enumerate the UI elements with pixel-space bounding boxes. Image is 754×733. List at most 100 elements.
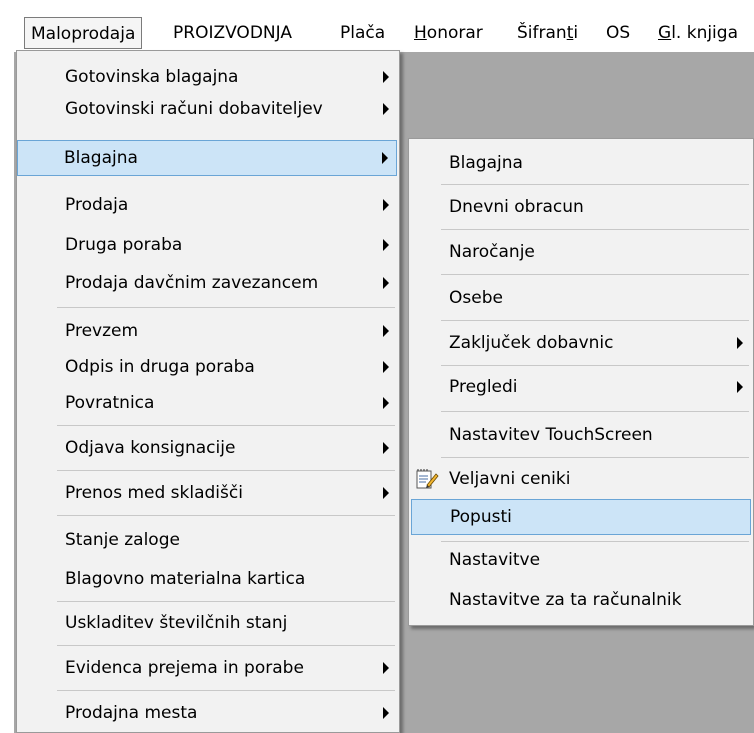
menubar-maloprodaja[interactable]: Maloprodaja <box>24 17 143 49</box>
menu-item-blagovno-materialna-kartica[interactable]: Blagovno materialna kartica <box>19 563 397 595</box>
menu-item-odjava-konsignacije[interactable]: Odjava konsignacije <box>19 432 397 464</box>
submenu-arrow-icon <box>383 707 389 719</box>
menubar-gl-knjiga-label-post: l. knjiga <box>671 23 738 43</box>
submenu-arrow-icon <box>383 397 389 409</box>
menubar-proizvodnja[interactable]: PROIZVODNJA <box>167 17 298 49</box>
menu-item-label: Naročanje <box>449 242 535 262</box>
menu-item-label: Prenos med skladišči <box>65 483 243 503</box>
menu-item-label: Druga poraba <box>65 235 183 255</box>
menubar-honorar[interactable]: Honorar <box>408 17 489 49</box>
menubar-sifranti-label-pre: Šifran <box>517 23 567 43</box>
cut-off-top-row <box>0 0 754 10</box>
submenu-item-dnevni-obracun[interactable]: Dnevni obracun <box>411 191 751 223</box>
menu-item-label: Popusti <box>450 507 512 527</box>
menu-item-prodaja[interactable]: Prodaja <box>19 189 397 221</box>
menubar-sifranti-label-post: i <box>573 23 579 43</box>
menu-item-label: Dnevni obracun <box>449 197 584 217</box>
menu-item-label: Stanje zaloge <box>65 530 180 550</box>
submenu-arrow-icon <box>383 239 389 251</box>
menu-separator <box>57 645 395 646</box>
menu-separator <box>57 515 395 516</box>
menu-separator <box>57 470 395 471</box>
menu-item-gotovinski-racuni-dobaviteljev[interactable]: Gotovinski računi dobaviteljev <box>19 93 397 125</box>
menu-bar: Maloprodaja PROIZVODNJA Plača Honorar Ši… <box>0 10 754 52</box>
menu-separator <box>57 425 395 426</box>
submenu-arrow-icon <box>383 103 389 115</box>
menu-item-label: Evidenca prejema in porabe <box>65 658 304 678</box>
menu-item-label: Gotovinski računi dobaviteljev <box>65 99 323 119</box>
menu-item-prodajna-mesta[interactable]: Prodajna mesta <box>19 697 397 729</box>
submenu-arrow-icon <box>383 361 389 373</box>
submenu-arrow-icon <box>383 325 389 337</box>
menu-item-druga-poraba[interactable]: Druga poraba <box>19 229 397 261</box>
submenu-arrow-icon <box>382 152 388 164</box>
menu-item-label: Blagajna <box>64 148 138 168</box>
submenu-item-popusti[interactable]: Popusti <box>411 499 751 535</box>
menu-item-label: Blagajna <box>449 153 523 173</box>
submenu-item-blagajna[interactable]: Blagajna <box>411 147 751 179</box>
menu-separator <box>57 601 395 602</box>
menu-item-prenos-med-skladisci[interactable]: Prenos med skladišči <box>19 477 397 509</box>
menu-item-label: Prevzem <box>65 321 139 341</box>
menu-item-label: Nastavitve <box>449 550 541 570</box>
menu-item-uskladitev-stevilcnih-stanj[interactable]: Uskladitev številčnih stanj <box>19 607 397 639</box>
menu-item-label: Blagovno materialna kartica <box>65 569 306 589</box>
maloprodaja-dropdown-menu: Gotovinska blagajna Gotovinski računi do… <box>16 50 400 733</box>
submenu-arrow-icon <box>737 337 743 349</box>
menu-item-label: Uskladitev številčnih stanj <box>65 613 288 633</box>
submenu-item-veljavni-ceniki[interactable]: Veljavni ceniki <box>411 463 751 495</box>
menu-item-evidenca-prejema-in-porabe[interactable]: Evidenca prejema in porabe <box>19 652 397 684</box>
menu-separator <box>441 541 749 542</box>
submenu-item-pregledi[interactable]: Pregledi <box>411 371 751 403</box>
menu-item-label: Gotovinska blagajna <box>65 67 239 87</box>
menu-item-stanje-zaloge[interactable]: Stanje zaloge <box>19 524 397 556</box>
submenu-item-zakljucek-dobavnic[interactable]: Zaključek dobavnic <box>411 327 751 359</box>
submenu-arrow-icon <box>383 442 389 454</box>
menubar-os[interactable]: OS <box>600 17 636 49</box>
menu-separator <box>441 320 749 321</box>
submenu-arrow-icon <box>383 277 389 289</box>
menubar-placa[interactable]: Plača <box>334 17 391 49</box>
menu-item-odpis-in-druga-poraba[interactable]: Odpis in druga poraba <box>19 351 397 383</box>
menubar-gl-knjiga-accel: G <box>658 23 672 43</box>
submenu-item-nastavitve-za-ta-racunalnik[interactable]: Nastavitve za ta računalnik <box>411 584 751 616</box>
submenu-arrow-icon <box>737 381 743 393</box>
menu-item-label: Prodajna mesta <box>65 703 198 723</box>
menubar-honorar-label-post: onorar <box>426 23 483 43</box>
menu-separator <box>57 690 395 691</box>
menu-item-label: Povratnica <box>65 393 155 413</box>
menu-separator <box>441 274 749 275</box>
menu-item-label: Nastavitev TouchScreen <box>449 425 653 445</box>
submenu-item-nastavitve[interactable]: Nastavitve <box>411 544 751 576</box>
menu-separator <box>441 365 749 366</box>
notepad-pencil-icon <box>416 469 439 489</box>
menu-item-label: Prodaja davčnim zavezancem <box>65 273 319 293</box>
menu-item-prodaja-davcnim-zavezancem[interactable]: Prodaja davčnim zavezancem <box>19 267 397 299</box>
menu-separator <box>441 229 749 230</box>
menu-item-label: Odpis in druga poraba <box>65 357 255 377</box>
submenu-arrow-icon <box>383 71 389 83</box>
menu-separator <box>57 307 395 308</box>
menu-item-label: Prodaja <box>65 195 129 215</box>
submenu-arrow-icon <box>383 487 389 499</box>
submenu-arrow-icon <box>383 662 389 674</box>
submenu-item-nastavitev-touchscreen[interactable]: Nastavitev TouchScreen <box>411 419 751 451</box>
menubar-sifranti[interactable]: Šifranti <box>511 17 584 49</box>
submenu-arrow-icon <box>383 199 389 211</box>
menu-separator <box>441 411 749 412</box>
menu-item-prevzem[interactable]: Prevzem <box>19 315 397 347</box>
menu-separator <box>441 184 749 185</box>
menu-item-label: Osebe <box>449 288 503 308</box>
menu-item-povratnica[interactable]: Povratnica <box>19 387 397 419</box>
submenu-item-osebe[interactable]: Osebe <box>411 282 751 314</box>
menu-item-blagajna[interactable]: Blagajna <box>17 140 397 176</box>
menu-item-label: Zaključek dobavnic <box>449 333 614 353</box>
menu-item-label: Odjava konsignacije <box>65 438 236 458</box>
menu-separator <box>441 457 749 458</box>
menu-item-label: Veljavni ceniki <box>449 469 571 489</box>
menu-item-gotovinska-blagajna[interactable]: Gotovinska blagajna <box>19 61 397 93</box>
menubar-gl-knjiga[interactable]: Gl. knjiga <box>652 17 744 49</box>
menu-item-label: Pregledi <box>449 377 518 397</box>
blagajna-submenu: Blagajna Dnevni obracun Naročanje Osebe … <box>408 138 754 626</box>
submenu-item-narocanje[interactable]: Naročanje <box>411 236 751 268</box>
